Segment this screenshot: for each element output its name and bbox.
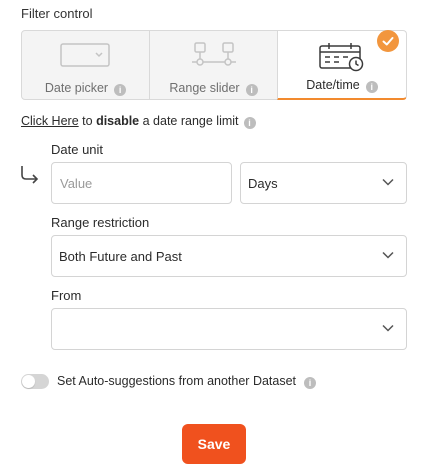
chevron-down-icon [382,324,394,332]
date-unit-select[interactable]: Days [240,162,407,204]
filter-type-label: Range slider [169,81,240,95]
filter-type-selector: Date picker i Range slider i Date/time i [21,30,407,100]
from-label: From [51,288,82,303]
chevron-down-icon [382,178,394,186]
info-icon: i [114,84,127,96]
disable-bold-text: disable [96,114,140,128]
date-unit-selected: Days [248,176,278,191]
filter-control-title: Filter control [21,6,93,21]
disable-to-text: to [82,114,93,128]
range-restriction-label: Range restriction [51,215,150,230]
selected-check-icon [377,30,399,52]
disable-rest-text: a date range limit [142,114,239,128]
save-button[interactable]: Save [182,424,246,464]
filter-type-date-picker[interactable]: Date picker i [21,30,150,100]
calendar-clock-icon [319,43,364,72]
date-picker-icon [59,43,110,67]
date-unit-label: Date unit [51,142,104,157]
date-unit-value-box [51,162,232,204]
range-restriction-selected: Both Future and Past [59,249,182,264]
date-unit-value-input[interactable] [52,163,231,203]
filter-type-label: Date picker [44,81,109,95]
filter-type-label: Date/time [306,78,360,92]
range-restriction-select[interactable]: Both Future and Past [51,235,407,277]
auto-suggestions-label: Set Auto-suggestions from another Datase… [57,374,297,388]
indent-arrow-icon [21,166,39,184]
auto-suggestions-row: Set Auto-suggestions from another Datase… [57,374,317,389]
info-icon: i [304,377,317,389]
range-slider-icon [191,42,236,66]
chevron-down-icon [382,251,394,259]
disable-range-limit-line: Click Here to disable a date range limit… [21,114,256,129]
filter-type-range-slider[interactable]: Range slider i [149,30,278,100]
info-icon: i [243,117,256,129]
auto-suggestions-toggle[interactable] [21,374,49,389]
click-here-link[interactable]: Click Here [21,114,79,128]
from-select[interactable] [51,308,407,350]
filter-type-date-time[interactable]: Date/time i [277,30,407,100]
info-icon: i [245,84,258,96]
info-icon: i [365,81,378,93]
toggle-knob [22,375,35,388]
